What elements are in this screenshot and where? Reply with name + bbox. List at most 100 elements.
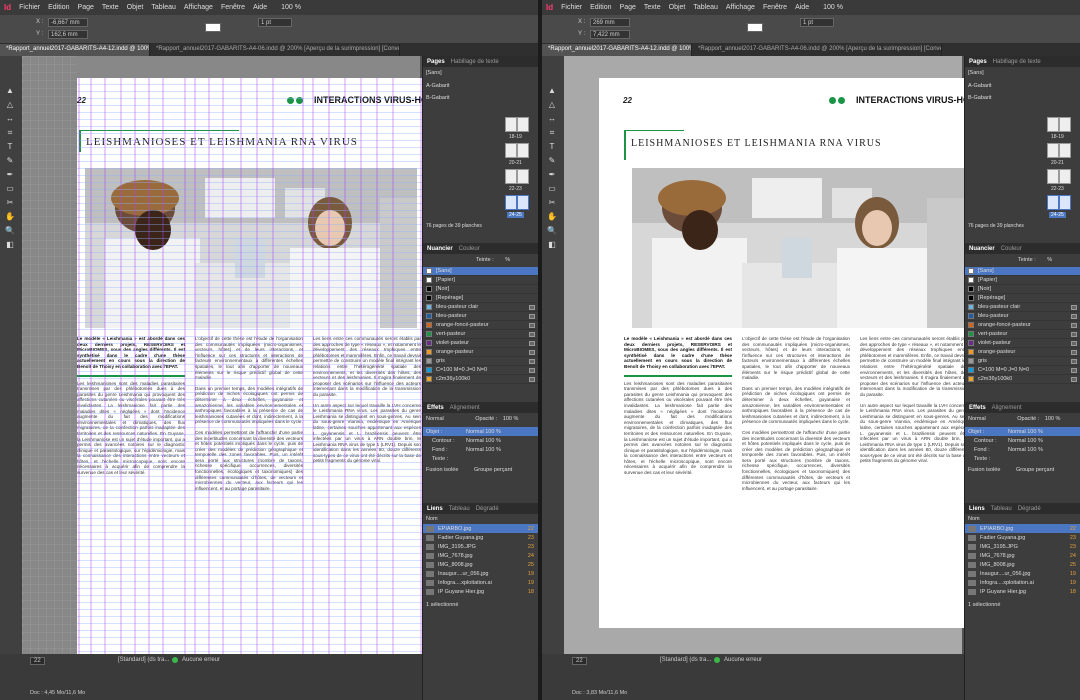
tab-alignement[interactable]: Alignement [450,405,480,411]
effects-row[interactable]: Texte : [965,454,1080,463]
effects-row[interactable]: Texte : [423,454,538,463]
page-thumb[interactable] [1059,117,1071,132]
menu-affichage[interactable]: Affichage [184,4,213,11]
tint-value[interactable]: % [1047,257,1052,263]
master-a[interactable]: A-Gabarit [968,83,992,89]
menu-fichier[interactable]: Fichier [561,4,582,11]
tool-icon[interactable]: ✒ [547,170,557,180]
tint-value[interactable]: % [505,257,510,263]
blend-mode-select[interactable]: Normal [426,416,444,422]
effects-row[interactable]: Fond : Normal 100 % [423,445,538,454]
swatch-row[interactable]: [Noir] [423,285,538,294]
swatch-row[interactable]: c2m36y100k0 [423,375,538,384]
link-row[interactable]: Fadier Guyana.jpg 23 [423,533,538,542]
swatch-row[interactable]: gris [423,357,538,366]
tool-icon[interactable]: ▭ [547,184,557,194]
x-field[interactable]: -6,667 mm [48,18,88,27]
page-thumb[interactable] [505,143,517,158]
tab-doc-12[interactable]: *Rapport_annuel2017-GABARITS-A4-12.indd … [0,44,150,56]
swatch-row[interactable]: [Sans] [423,267,538,276]
swatch-row[interactable]: bleu-pasteur clair [423,303,538,312]
page-thumb[interactable] [505,117,517,132]
link-row[interactable]: IMG_7678.jpg 24 [423,551,538,560]
menu-texte[interactable]: Texte [644,4,661,11]
tool-icon[interactable]: ✒ [5,170,15,180]
tool-icon[interactable]: ✋ [5,212,15,222]
menu-tableau[interactable]: Tableau [693,4,718,11]
swatch-row[interactable]: [Repérage] [423,294,538,303]
link-row[interactable]: Inaugur....ur_056.jpg 19 [965,569,1080,578]
tool-icon[interactable]: ▭ [5,184,15,194]
fusion-checkbox[interactable]: Fusion isolée [968,467,1000,473]
swatch-row[interactable]: bleu-pasteur [423,312,538,321]
effects-row[interactable]: Objet : Normal 100 % [965,427,1080,436]
tab-nuancier[interactable]: Nuancier [969,246,995,252]
tool-icon[interactable]: ⌗ [5,128,15,138]
swatch-row[interactable]: bleu-pasteur [965,312,1080,321]
link-row[interactable]: Fadier Guyana.jpg 23 [965,533,1080,542]
tab-couleur[interactable]: Couleur [459,246,480,252]
fusion-checkbox[interactable]: Fusion isolée [426,467,458,473]
stroke-swatch[interactable] [205,23,221,32]
link-row[interactable]: IMG_8008.jpg 25 [965,560,1080,569]
swatch-row[interactable]: orange-foncé-pasteur [423,321,538,330]
preflight-status[interactable]: Aucune erreur [182,657,220,663]
menu-aide[interactable]: Aide [795,4,809,11]
tool-icon[interactable]: ↔ [547,114,557,124]
x-field[interactable]: 269 mm [590,18,630,27]
menu-page[interactable]: Page [620,4,636,11]
menu-aide[interactable]: Aide [253,4,267,11]
page-thumb[interactable] [1059,169,1071,184]
tab-habillage[interactable]: Habillage de texte [993,59,1041,65]
link-row[interactable]: Infogra....xploitation.ai 19 [965,578,1080,587]
menu-fichier[interactable]: Fichier [19,4,40,11]
tab-effets[interactable]: Effets [427,405,444,411]
swatch-row[interactable]: orange-pasteur [423,348,538,357]
link-row[interactable]: IP Guyane Hier.jpg 18 [965,587,1080,596]
page-thumb[interactable] [1059,143,1071,158]
effects-row[interactable]: Objet : Normal 100 % [423,427,538,436]
swatch-row[interactable]: C=100 M=0 J=0 N=0 [965,366,1080,375]
tool-icon[interactable]: ◧ [547,240,557,250]
swatch-row[interactable]: vert-pasteur [423,330,538,339]
tool-icon[interactable]: ✎ [5,156,15,166]
master-b[interactable]: B-Gabarit [968,95,992,101]
effects-row[interactable]: Fond : Normal 100 % [965,445,1080,454]
master-none[interactable]: [Sans] [968,70,984,76]
page-thumb[interactable] [517,143,529,158]
groupe-checkbox[interactable]: Groupe perçant [474,467,512,473]
link-row[interactable]: IP Guyane Hier.jpg 18 [423,587,538,596]
swatch-row[interactable]: [Repérage] [965,294,1080,303]
tool-icon[interactable]: ▲ [5,86,15,96]
menu-texte[interactable]: Texte [102,4,119,11]
swatch-row[interactable]: bleu-pasteur clair [965,303,1080,312]
tab-tableau[interactable]: Tableau [449,506,470,512]
page-thumb-selected[interactable] [517,195,529,210]
menu-fenetre[interactable]: Fenêtre [221,4,245,11]
link-row[interactable]: IMG_3195.JPG 23 [423,542,538,551]
y-field[interactable]: 162,6 mm [48,30,88,39]
link-row[interactable]: Inaugur....ur_056.jpg 19 [423,569,538,578]
link-row[interactable]: IMG_3195.JPG 23 [965,542,1080,551]
stroke-swatch[interactable] [747,23,763,32]
tab-doc-06[interactable]: *Rapport_annuel2017-GABARITS-A4-06.indd … [150,44,400,56]
tab-nuancier[interactable]: Nuancier [427,246,453,252]
tool-icon[interactable]: ✂ [5,198,15,208]
tab-liens[interactable]: Liens [427,506,443,512]
menu-tableau[interactable]: Tableau [151,4,176,11]
master-a[interactable]: A-Gabarit [426,83,450,89]
swatch-row[interactable]: [Papier] [965,276,1080,285]
swatch-row[interactable]: violet-pasteur [423,339,538,348]
page-thumb[interactable] [1047,169,1059,184]
tool-icon[interactable]: ▲ [547,86,557,96]
page-thumb-selected[interactable] [505,195,517,210]
tab-doc-06[interactable]: *Rapport_annuel2017-GABARITS-A4-06.indd … [692,44,942,56]
tab-couleur[interactable]: Couleur [1001,246,1022,252]
swatch-row[interactable]: violet-pasteur [965,339,1080,348]
menu-objet[interactable]: Objet [127,4,144,11]
tab-pages[interactable]: Pages [427,59,445,65]
link-row[interactable]: EPIARBO.jpg 22 [423,524,538,533]
tab-habillage[interactable]: Habillage de texte [451,59,499,65]
stroke-weight-field[interactable]: 1 pt [258,18,292,27]
effects-row[interactable]: Contour : Normal 100 % [965,436,1080,445]
